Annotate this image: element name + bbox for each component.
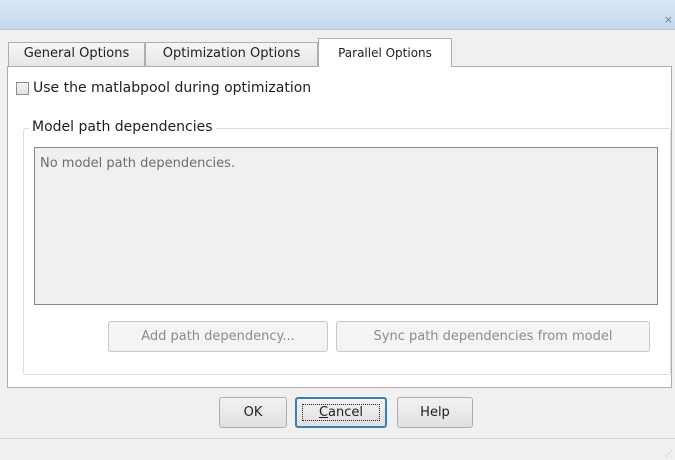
tab-strip: General Options Optimization Options Par…: [0, 38, 675, 67]
focus-rectangle: [302, 404, 380, 421]
footer-separator: [0, 438, 675, 439]
sync-path-dependencies-button[interactable]: Sync path dependencies from model: [336, 321, 650, 352]
checkbox-icon[interactable]: [16, 82, 29, 95]
dependencies-empty-text: No model path dependencies.: [40, 156, 235, 171]
tab-general-options[interactable]: General Options: [8, 42, 145, 66]
use-matlabpool-label[interactable]: Use the matlabpool during optimization: [33, 80, 311, 96]
tab-parallel-options[interactable]: Parallel Options: [318, 38, 452, 67]
group-title: Model path dependencies: [29, 119, 216, 135]
title-bar[interactable]: ×: [0, 0, 675, 30]
cancel-button[interactable]: Cancel: [295, 397, 387, 428]
help-button[interactable]: Help: [397, 397, 473, 428]
resize-grip-icon[interactable]: ⋰: [665, 449, 673, 458]
dependencies-list[interactable]: No model path dependencies.: [34, 147, 658, 305]
tab-optimization-options[interactable]: Optimization Options: [145, 42, 318, 66]
dialog-window: × General Options Optimization Options P…: [0, 0, 675, 460]
add-path-dependency-button[interactable]: Add path dependency...: [108, 321, 328, 352]
ok-button[interactable]: OK: [219, 397, 287, 428]
close-icon[interactable]: ×: [664, 14, 673, 25]
